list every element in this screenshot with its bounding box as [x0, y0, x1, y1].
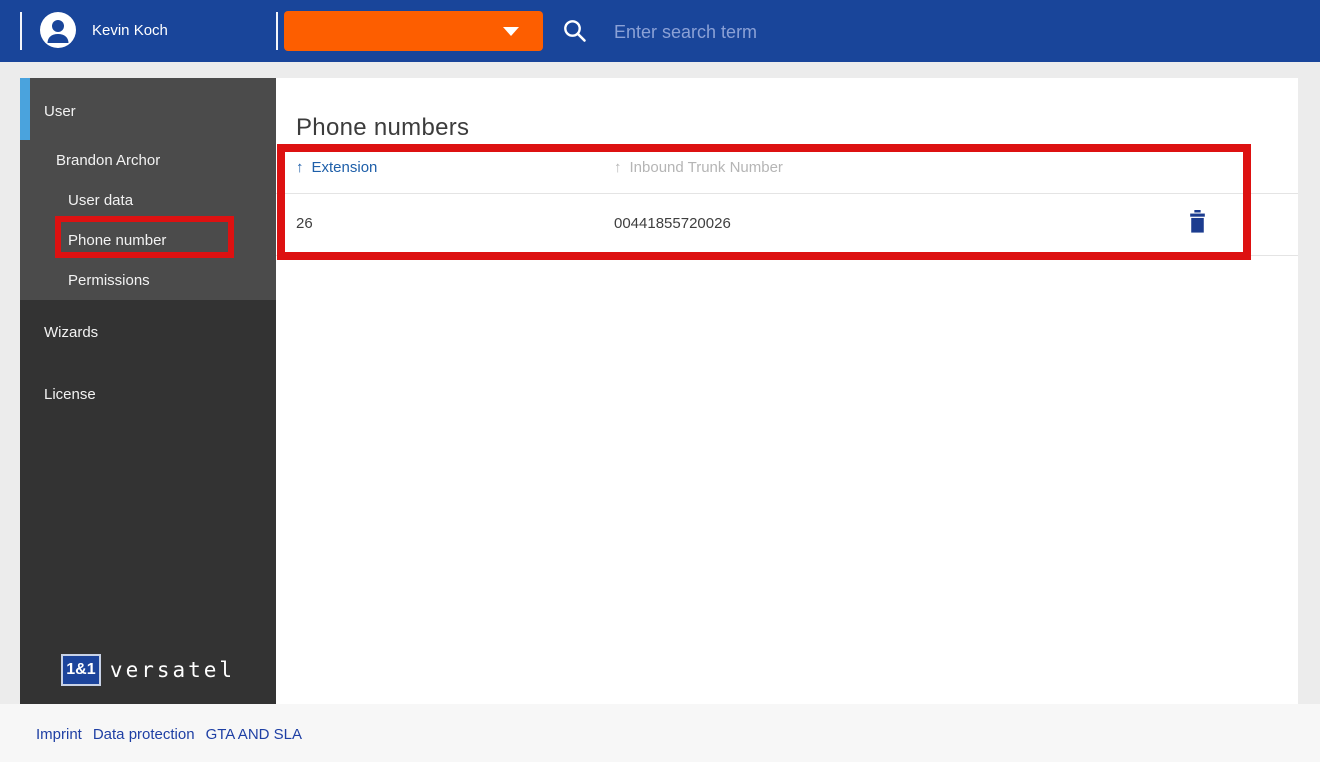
- user-name: Kevin Koch: [92, 22, 168, 39]
- main-content: Phone numbers ↑ Extension ↑ Inbound Trunk …: [276, 78, 1298, 704]
- sidebar-item-brandon-archor[interactable]: Brandon Archor: [56, 152, 160, 169]
- logo-brand-text: versatel: [109, 658, 236, 682]
- column-header-label: Inbound Trunk Number: [629, 159, 783, 176]
- search-input[interactable]: [612, 14, 1036, 50]
- divider: [276, 12, 278, 50]
- sidebar-item-permissions[interactable]: Permissions: [68, 272, 150, 289]
- user-icon: [47, 20, 69, 43]
- cell-extension: 26: [296, 215, 313, 232]
- footer-link-data-protection[interactable]: Data protection: [93, 726, 195, 743]
- sidebar-item-user[interactable]: User: [44, 103, 76, 120]
- brand-logo: 1&1 versatel: [20, 654, 276, 686]
- column-header-label: Extension: [311, 159, 378, 176]
- sidebar-item-user-data[interactable]: User data: [68, 192, 133, 209]
- page-title: Phone numbers: [296, 114, 470, 142]
- sort-asc-icon: ↑: [296, 159, 304, 176]
- top-bar: Kevin Koch: [0, 0, 1320, 62]
- table-row: 26 00441855720026: [276, 194, 1298, 256]
- search-icon[interactable]: [562, 18, 588, 44]
- column-header-inbound-trunk-number[interactable]: ↑ Inbound Trunk Number: [614, 159, 783, 176]
- delete-button[interactable]: [1188, 210, 1206, 236]
- sidebar-user-section: User Brandon Archor User data Phone numb…: [20, 78, 276, 300]
- trash-icon: [1189, 210, 1205, 233]
- sidebar: User Brandon Archor User data Phone numb…: [20, 78, 276, 704]
- logo-1and1-badge: 1&1: [60, 654, 101, 686]
- footer-link-gta-and-sla[interactable]: GTA AND SLA: [206, 726, 302, 743]
- sidebar-item-wizards[interactable]: Wizards: [44, 324, 98, 341]
- active-indicator: [20, 78, 30, 140]
- footer-links: Imprint Data protection GTA AND SLA: [36, 726, 302, 743]
- column-header-extension[interactable]: ↑ Extension: [296, 159, 377, 176]
- footer-link-imprint[interactable]: Imprint: [36, 726, 82, 743]
- divider: [20, 12, 22, 50]
- sidebar-item-license[interactable]: License: [44, 386, 96, 403]
- sidebar-item-phone-number[interactable]: Phone number: [68, 232, 166, 249]
- sort-asc-icon: ↑: [614, 159, 622, 176]
- chevron-down-icon: [503, 27, 519, 36]
- table-header: ↑ Extension ↑ Inbound Trunk Number: [276, 144, 1298, 194]
- cell-inbound-trunk-number: 00441855720026: [614, 215, 731, 232]
- dropdown-button[interactable]: [284, 11, 543, 51]
- user-avatar[interactable]: [40, 12, 76, 48]
- footer: Imprint Data protection GTA AND SLA: [0, 704, 1320, 762]
